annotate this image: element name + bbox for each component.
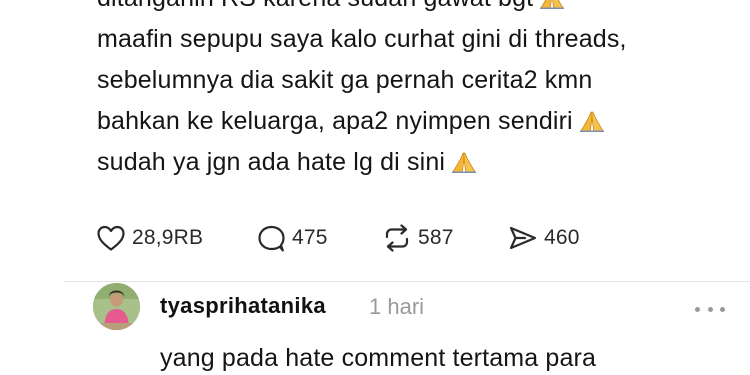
heart-icon (97, 225, 125, 251)
avatar[interactable] (93, 283, 140, 330)
reply-timestamp: 1 hari (369, 294, 425, 319)
comment-bubble-icon (258, 225, 285, 252)
dot (695, 306, 700, 312)
folded-hands-emoji-icon (451, 151, 477, 173)
comment-button[interactable]: 475 (256, 222, 328, 254)
avatar-photo-icon (93, 283, 140, 330)
like-button[interactable]: 28,9RB (96, 222, 203, 254)
folded-hands-emoji-icon (579, 110, 605, 132)
reply-username[interactable]: tyasprihatanika (160, 293, 326, 319)
reply-text: yang pada hate comment tertama para (160, 344, 597, 372)
share-button[interactable]: 460 (508, 222, 580, 254)
post-line: sudah ya jgn ada hate lg di sini (97, 142, 737, 183)
comment-count: 475 (292, 226, 328, 249)
post-line: maafin sepupu saya kalo curhat gini di t… (97, 25, 627, 53)
dot (707, 306, 713, 312)
repost-icon (385, 224, 409, 252)
post-line: bahkan ke keluarga, apa2 nyimpen sendiri (97, 101, 737, 142)
divider (64, 281, 750, 282)
post-line: sebelumnya dia sakit ga pernah cerita2 k… (97, 66, 593, 94)
share-count: 460 (544, 226, 580, 249)
dot (720, 306, 725, 312)
more-options-icon[interactable] (695, 299, 725, 319)
post-line: ditanganin RS karena sudah gawat bgt (97, 0, 737, 19)
repost-count: 587 (418, 226, 454, 249)
like-count: 28,9RB (132, 226, 204, 249)
folded-hands-emoji-icon (539, 0, 565, 9)
repost-button[interactable]: 587 (382, 222, 454, 254)
post-text: ditanganin RS karena sudah gawat bgt maa… (97, 0, 737, 183)
send-icon (509, 226, 537, 250)
